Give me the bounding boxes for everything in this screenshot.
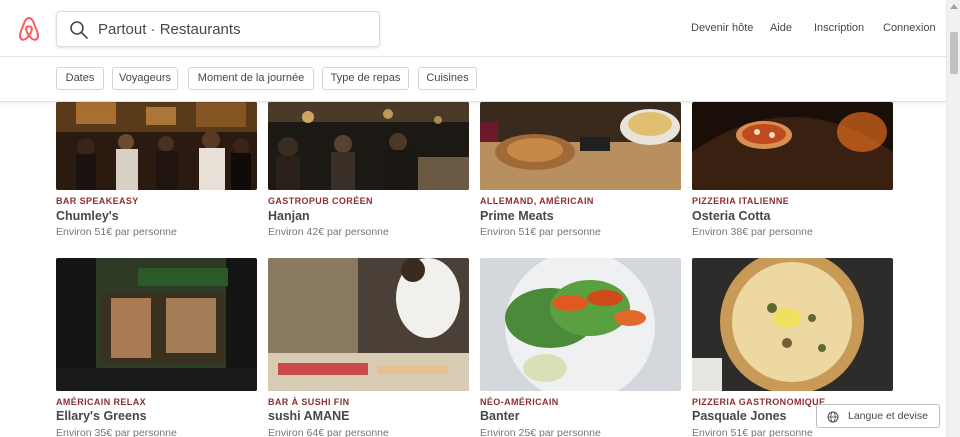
restaurant-category: AMÉRICAIN RELAX (56, 397, 147, 407)
restaurant-name[interactable]: Hanjan (268, 209, 310, 223)
restaurant-photo[interactable] (268, 102, 469, 190)
restaurant-price: Environ 64€ par personne (268, 427, 389, 437)
nav-become-host[interactable]: Devenir hôte (691, 22, 753, 34)
restaurant-category: PIZZERIA ITALIENNE (692, 196, 790, 206)
filter-bar: Dates Voyageurs Moment de la journée Typ… (0, 57, 946, 102)
restaurant-photo[interactable] (692, 102, 893, 190)
nav-login[interactable]: Connexion (883, 22, 936, 34)
restaurant-category: BAR À SUSHI FIN (268, 397, 350, 407)
restaurant-category: NÉO-AMÉRICAIN (480, 397, 559, 407)
restaurant-photo[interactable] (56, 102, 257, 190)
restaurant-price: Environ 38€ par personne (692, 226, 813, 238)
restaurant-price: Environ 25€ par personne (480, 427, 601, 437)
filter-dates[interactable]: Dates (56, 67, 104, 90)
search-icon (70, 21, 88, 39)
restaurant-price: Environ 51€ par personne (480, 226, 601, 238)
restaurant-price: Environ 35€ par personne (56, 427, 177, 437)
restaurant-name[interactable]: sushi AMANE (268, 409, 350, 423)
restaurant-name[interactable]: Prime Meats (480, 209, 554, 223)
search-input[interactable]: Partout · Restaurants (98, 21, 241, 38)
restaurant-name[interactable]: Chumley's (56, 209, 119, 223)
globe-icon (827, 411, 839, 423)
restaurant-price: Environ 51€ par personne (56, 226, 177, 238)
restaurant-name[interactable]: Pasquale Jones (692, 409, 787, 423)
restaurant-name[interactable]: Osteria Cotta (692, 209, 771, 223)
airbnb-logo-icon[interactable] (17, 16, 41, 42)
filter-cuisines[interactable]: Cuisines (418, 67, 477, 90)
nav-help[interactable]: Aide (770, 22, 792, 34)
top-header: Partout · Restaurants Devenir hôte Aide … (0, 0, 946, 57)
restaurant-name[interactable]: Banter (480, 409, 520, 423)
language-currency-button[interactable]: Langue et devise (816, 404, 940, 428)
restaurant-photo[interactable] (268, 258, 469, 391)
language-currency-label: Langue et devise (848, 410, 928, 422)
scroll-up-arrow-icon[interactable] (950, 4, 958, 9)
filter-time-of-day[interactable]: Moment de la journée (188, 67, 314, 90)
restaurant-photo[interactable] (56, 258, 257, 391)
restaurant-price: Environ 51€ par personne (692, 427, 813, 437)
search-bar[interactable]: Partout · Restaurants (56, 11, 380, 47)
restaurant-photo[interactable] (480, 258, 681, 391)
restaurant-name[interactable]: Ellary's Greens (56, 409, 147, 423)
filter-meal-type[interactable]: Type de repas (322, 67, 409, 90)
filter-guests[interactable]: Voyageurs (112, 67, 178, 90)
nav-signup[interactable]: Inscription (814, 22, 864, 34)
restaurant-category: ALLEMAND, AMÉRICAIN (480, 196, 594, 206)
restaurant-category: GASTROPUB CORÉEN (268, 196, 373, 206)
restaurant-category: PIZZERIA GASTRONOMIQUE (692, 397, 826, 407)
scrollbar[interactable] (946, 0, 960, 437)
scrollbar-thumb[interactable] (950, 32, 958, 74)
restaurant-photo[interactable] (480, 102, 681, 190)
restaurant-category: BAR SPEAKEASY (56, 196, 139, 206)
restaurant-photo[interactable] (692, 258, 893, 391)
restaurant-price: Environ 42€ par personne (268, 226, 389, 238)
